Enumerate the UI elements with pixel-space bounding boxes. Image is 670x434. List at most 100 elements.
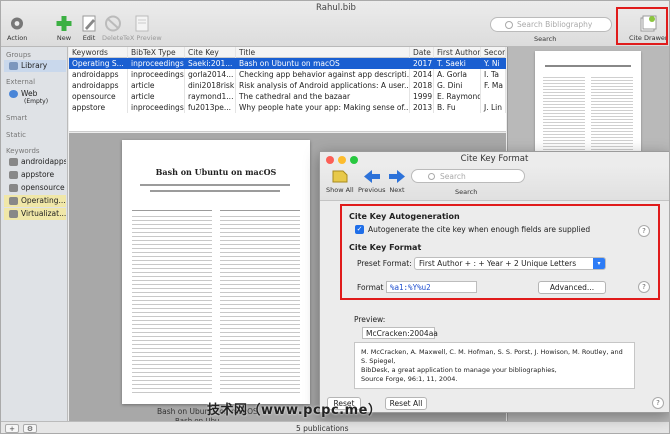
table-row[interactable]: Operating S... inproceedings Saeki:201..… [69, 58, 506, 69]
tex-preview-button[interactable]: TeX Preview [123, 15, 162, 42]
preset-format-select[interactable]: First Author + : + Year + 2 Unique Lette… [414, 257, 606, 270]
cite-drawer-button[interactable]: Cite Drawer [629, 15, 668, 42]
table-row[interactable]: androidapps inproceedings gorla2014... C… [69, 69, 506, 80]
column-header[interactable]: Date [410, 47, 434, 58]
toolbar: Rahul.bib Action New Edit Delete TeX Pre… [1, 1, 669, 47]
table-cell: dini2018risk [185, 80, 236, 91]
edit-button[interactable]: Edit [80, 15, 98, 42]
show-all-label: Show All [326, 186, 354, 194]
table-cell: T. Saeki [437, 59, 466, 68]
sidebar-item-library[interactable]: Library [4, 60, 66, 72]
table-cell: Operating S... [72, 59, 124, 68]
search-icon [428, 173, 435, 180]
table-row[interactable]: opensource article raymond1... The cathe… [69, 91, 506, 102]
column-header[interactable]: Keywords [69, 47, 128, 58]
help-button[interactable]: ? [652, 397, 664, 409]
arrow-left-icon [363, 170, 380, 183]
action-label: Action [7, 34, 28, 42]
show-all-icon [332, 170, 348, 183]
table-cell: Risk analysis of Android applications: A… [236, 80, 410, 91]
zoom-window-button[interactable] [350, 156, 358, 164]
delete-button[interactable]: Delete [102, 15, 123, 42]
table-cell: The cathedral and the bazaar [236, 91, 410, 102]
sidebar-keyword-item[interactable]: Virtualizat... [4, 208, 66, 220]
preset-format-value: First Author + : + Year + 2 Unique Lette… [419, 259, 577, 268]
previous-button[interactable]: Previous [358, 169, 385, 194]
add-group-button[interactable]: + [5, 424, 19, 433]
table-cell: gorla2014... [185, 69, 236, 80]
cite-key-format-dialog: Cite Key Format Show All Previous Next S… [319, 151, 669, 413]
sidebar-keywords-header: Keywords [6, 147, 40, 155]
folder-icon [9, 197, 18, 205]
table-cell: raymond1... [185, 91, 236, 102]
advanced-button[interactable]: Advanced... [538, 281, 606, 294]
table-cell: F. Ma [481, 80, 506, 91]
action-button[interactable]: Action [7, 15, 27, 42]
preview-label: Preview: [354, 315, 386, 324]
group-action-button[interactable]: ⚙ [23, 424, 37, 433]
dialog-title: Cite Key Format [460, 154, 529, 164]
dialog-toolbar: Show All Previous Next Search Search [320, 166, 669, 201]
publication-count: 5 publications [296, 424, 349, 433]
preferences-search-input[interactable]: Search [411, 169, 525, 183]
column-header[interactable]: BibTeX Type [128, 47, 185, 58]
help-button[interactable]: ? [638, 281, 650, 293]
format-string-input[interactable]: %a1:%Y%u2 [386, 281, 477, 293]
minimize-window-button[interactable] [338, 156, 346, 164]
table-cell: E. Raymond [434, 91, 481, 102]
tex-preview-label: TeX Preview [123, 34, 162, 42]
column-header[interactable]: Title [236, 47, 410, 58]
arrow-right-icon [389, 170, 405, 183]
close-window-button[interactable] [326, 156, 334, 164]
column-header[interactable]: First Author [434, 47, 481, 58]
sidebar-item-web[interactable]: Web (Empty) [4, 88, 66, 108]
search-icon [505, 21, 513, 29]
new-label: New [56, 34, 72, 42]
table-row[interactable]: androidapps article dini2018risk Risk an… [69, 80, 506, 91]
status-bar: + ⚙ 5 publications [1, 421, 669, 433]
pencil-icon [82, 15, 96, 32]
sidebar-keyword-item[interactable]: androidapps [4, 156, 66, 168]
cite-key-format-heading: Cite Key Format [349, 243, 422, 252]
sidebar-keyword-item[interactable]: appstore [4, 169, 66, 181]
folder-icon [9, 158, 18, 166]
paper-title: Bash on Ubuntu on macOS [155, 167, 277, 177]
sidebar-item-label: androidapps [21, 157, 66, 166]
table-cell: appstore [69, 102, 128, 113]
search-placeholder: Search [440, 172, 466, 181]
reset-all-button[interactable]: Reset All [385, 397, 427, 410]
column-header[interactable]: Secon [481, 47, 506, 58]
publications-table: Keywords BibTeX Type Cite Key Title Date… [69, 47, 506, 132]
citation-line: M. McCracken, A. Maxwell, C. M. Hofman, … [361, 348, 623, 365]
table-cell: Checking app behavior against app descri… [236, 69, 410, 80]
help-button[interactable]: ? [638, 225, 650, 237]
bibliography-search-input[interactable]: Search Bibliography [490, 17, 612, 32]
table-cell: Y. Ni [484, 59, 500, 68]
window-title: Rahul.bib [316, 3, 356, 13]
sidebar-keyword-item[interactable]: Operating... [4, 195, 66, 207]
table-cell: article [128, 80, 185, 91]
table-cell: 1999 [410, 91, 434, 102]
table-cell: I. Ta [481, 69, 506, 80]
paper-text-line [220, 210, 300, 211]
column-header[interactable]: Cite Key [185, 47, 236, 58]
sidebar: Groups Library External Web (Empty) Smar… [1, 47, 68, 421]
table-cell: A. Gorla [434, 69, 481, 80]
table-row[interactable]: appstore inproceedings fu2013pe... Why p… [69, 102, 506, 113]
paper-text-line [150, 190, 280, 192]
edit-label: Edit [82, 34, 96, 42]
new-button[interactable]: New [55, 15, 73, 42]
sidebar-keyword-item[interactable]: opensource [4, 182, 66, 194]
table-cell: inproceedings [128, 69, 185, 80]
autogenerate-checkbox[interactable]: ✓ [355, 225, 364, 234]
citation-preview-box: M. McCracken, A. Maxwell, C. M. Hofman, … [354, 342, 635, 389]
folder-icon [9, 184, 18, 192]
paper-text-line [132, 210, 212, 211]
plus-icon [56, 16, 72, 31]
tex-preview-icon [135, 15, 149, 32]
autogeneration-heading: Cite Key Autogeneration [349, 212, 460, 221]
citation-line: Source Forge, 96:1, 11, 2004. [361, 375, 458, 383]
preview-field: McCracken:2004aa [362, 327, 438, 339]
next-button[interactable]: Next [388, 169, 406, 194]
show-all-button[interactable]: Show All [326, 169, 354, 194]
